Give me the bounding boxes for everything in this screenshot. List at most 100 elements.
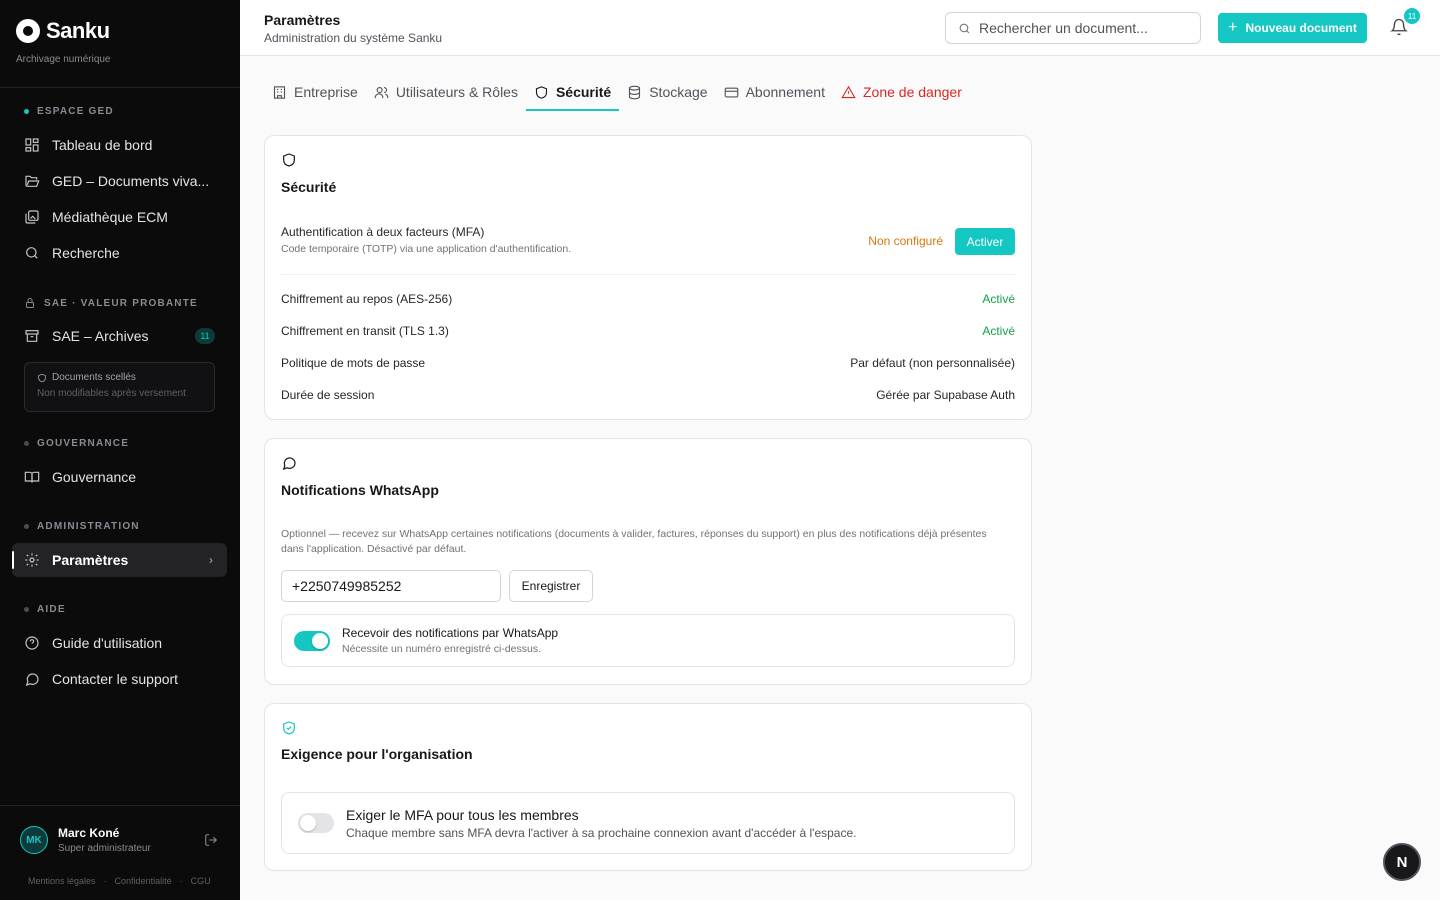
footer-links: Mentions légales · Confidentialité · CGU [28,876,211,886]
section-dot-icon [24,607,29,612]
separator: · [179,876,183,886]
plus-icon: + [1228,19,1238,36]
sidebar-item-recherche[interactable]: Recherche [12,236,227,270]
sidebar-item-mediatheque[interactable]: Médiathèque ECM [12,200,227,234]
sidebar-item-label: Guide d'utilisation [52,635,163,651]
floating-action-button[interactable]: N [1383,843,1421,881]
sealed-subtitle: Non modifiables après versement [37,388,186,399]
legal-link[interactable]: Mentions légales [28,876,96,886]
phone-number-input[interactable] [281,570,501,602]
tab-zone-de-danger[interactable]: Zone de danger [833,74,970,110]
shield-check-icon [281,720,297,741]
mfa-status: Non configuré [868,234,943,248]
logout-icon [205,834,217,846]
folder-open-icon [25,175,40,187]
shield-icon [281,152,297,173]
sidebar-item-label: Contacter le support [52,671,179,687]
privacy-link[interactable]: Confidentialité [115,876,172,886]
password-policy-label: Politique de mots de passe [281,356,426,370]
shield-icon [38,373,46,382]
sealed-title: Documents scellés [52,372,136,383]
encryption-transit-value: Activé [982,324,1015,338]
tab-label: Sécurité [555,84,612,100]
user-profile[interactable]: MK Marc Koné Super administrateur [20,826,151,854]
require-mfa-toggle[interactable] [298,813,334,833]
archives-count-badge: 11 [195,328,215,344]
tab-label: Zone de danger [863,84,962,100]
sidebar-item-label: GED – Documents viva... [52,173,210,189]
brand[interactable]: Sanku [16,18,110,44]
sidebar-item-sae-archives[interactable]: SAE – Archives 11 [12,319,227,353]
user-name: Marc Koné [58,826,120,840]
message-circle-icon [25,673,39,686]
search-icon [959,23,970,33]
whatsapp-description: Optionnel — recevez sur WhatsApp certain… [281,528,987,555]
notification-count-badge: 11 [1404,8,1420,24]
tab-securite[interactable]: Sécurité [525,74,620,111]
sanku-logo-icon [16,19,40,43]
session-duration-value: Gérée par Supabase Auth [876,388,1015,402]
new-document-label: Nouveau document [1245,21,1357,35]
toggle-description: Nécessite un numéro enregistré ci-dessus… [342,643,542,655]
card-title: Exigence pour l'organisation [281,746,473,762]
password-policy-value: Par défaut (non personnalisée) [850,356,1015,370]
activate-mfa-button[interactable]: Activer [955,228,1015,255]
new-document-button[interactable]: + Nouveau document [1218,13,1367,43]
lock-icon [26,298,34,308]
mfa-description: Code temporaire (TOTP) via une applicati… [281,243,572,255]
images-icon [25,210,39,224]
card-title: Notifications WhatsApp [281,482,439,498]
mfa-label: Authentification à deux facteurs (MFA) [281,225,485,239]
sidebar: Sanku Archivage numérique ESPACE GED Tab… [0,0,240,900]
logout-button[interactable] [204,833,218,852]
settings-tabs: Entreprise Utilisateurs & Rôles Sécurité… [264,74,970,111]
sidebar-item-parametres[interactable]: Paramètres › [12,543,227,577]
search-input[interactable] [979,20,1179,36]
tab-label: Stockage [649,84,708,100]
encryption-transit-label: Chiffrement en transit (TLS 1.3) [281,324,449,338]
section-administration: ADMINISTRATION [24,521,140,532]
archive-icon [25,330,39,342]
section-dot-icon [24,109,29,114]
shield-icon [535,85,548,99]
section-dot-icon [24,441,29,446]
toggle-description: Chaque membre sans MFA devra l'activer à… [346,826,857,840]
sidebar-item-dashboard[interactable]: Tableau de bord [12,128,227,162]
sidebar-item-guide[interactable]: Guide d'utilisation [12,626,227,660]
section-title: ESPACE GED [37,106,114,117]
page-subtitle: Administration du système Sanku [264,31,443,45]
sidebar-item-support[interactable]: Contacter le support [12,662,227,696]
search-icon [26,247,38,259]
tab-abonnement[interactable]: Abonnement [716,74,833,110]
sidebar-item-ged-documents[interactable]: GED – Documents viva... [12,164,227,198]
sidebar-item-label: Recherche [52,245,120,261]
section-espace-ged: ESPACE GED [24,106,114,117]
tab-utilisateurs[interactable]: Utilisateurs & Rôles [366,74,526,110]
tab-label: Entreprise [294,84,358,100]
security-card: Sécurité Authentification à deux facteur… [264,135,1032,420]
cgu-link[interactable]: CGU [191,876,211,886]
sidebar-item-label: Paramètres [52,552,129,568]
encryption-rest-value: Activé [982,292,1015,306]
message-circle-icon [281,455,297,476]
tab-label: Abonnement [745,84,825,100]
help-circle-icon [25,636,39,650]
save-phone-button[interactable]: Enregistrer [509,570,593,602]
sealed-documents-info: Documents scellés Non modifiables après … [24,362,215,412]
sidebar-item-gouvernance[interactable]: Gouvernance [12,460,227,494]
users-icon [374,86,389,98]
avatar: MK [20,826,48,854]
warning-triangle-icon [841,85,856,98]
page-title: Paramètres [264,12,341,28]
section-title: ADMINISTRATION [37,521,140,532]
require-mfa-row: Exiger le MFA pour tous les membres Chaq… [281,792,1015,854]
tab-stockage[interactable]: Stockage [619,74,715,110]
search-bar[interactable] [945,12,1201,44]
section-title: SAE · VALEUR PROBANTE [44,297,198,309]
toggle-knob [300,815,316,831]
sidebar-divider [0,805,240,806]
whatsapp-notifications-toggle[interactable] [294,631,330,651]
tab-entreprise[interactable]: Entreprise [264,74,366,110]
tab-label: Utilisateurs & Rôles [395,84,518,100]
building-icon [273,85,286,99]
